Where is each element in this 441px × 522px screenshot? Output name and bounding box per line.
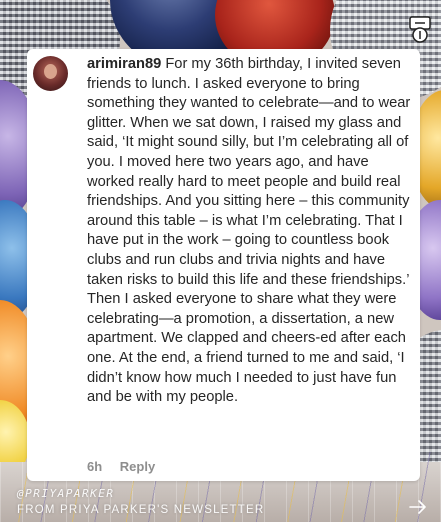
comment-text: For my 36th birthday, I invited seven fr… xyxy=(87,56,411,406)
avatar[interactable] xyxy=(33,56,68,91)
arrow-right-icon[interactable] xyxy=(409,500,427,514)
footer-handle: @PRIYAPARKER xyxy=(17,487,115,500)
comment-card: arimiran89 For my 36th birthday, I invite… xyxy=(27,49,420,481)
comment-username[interactable]: arimiran89 xyxy=(87,56,161,72)
brand-logo-icon xyxy=(409,16,431,43)
avatar-face xyxy=(44,64,57,79)
reply-button[interactable]: Reply xyxy=(120,459,155,474)
comment-meta: 6h Reply xyxy=(87,459,155,474)
footer-source: FROM PRIYA PARKER'S NEWSLETTER xyxy=(17,504,265,516)
footer: @PRIYAPARKER FROM PRIYA PARKER'S NEWSLET… xyxy=(17,487,264,516)
comment-time: 6h xyxy=(87,459,103,474)
comment-body: arimiran89 For my 36th birthday, I invite… xyxy=(87,55,414,408)
